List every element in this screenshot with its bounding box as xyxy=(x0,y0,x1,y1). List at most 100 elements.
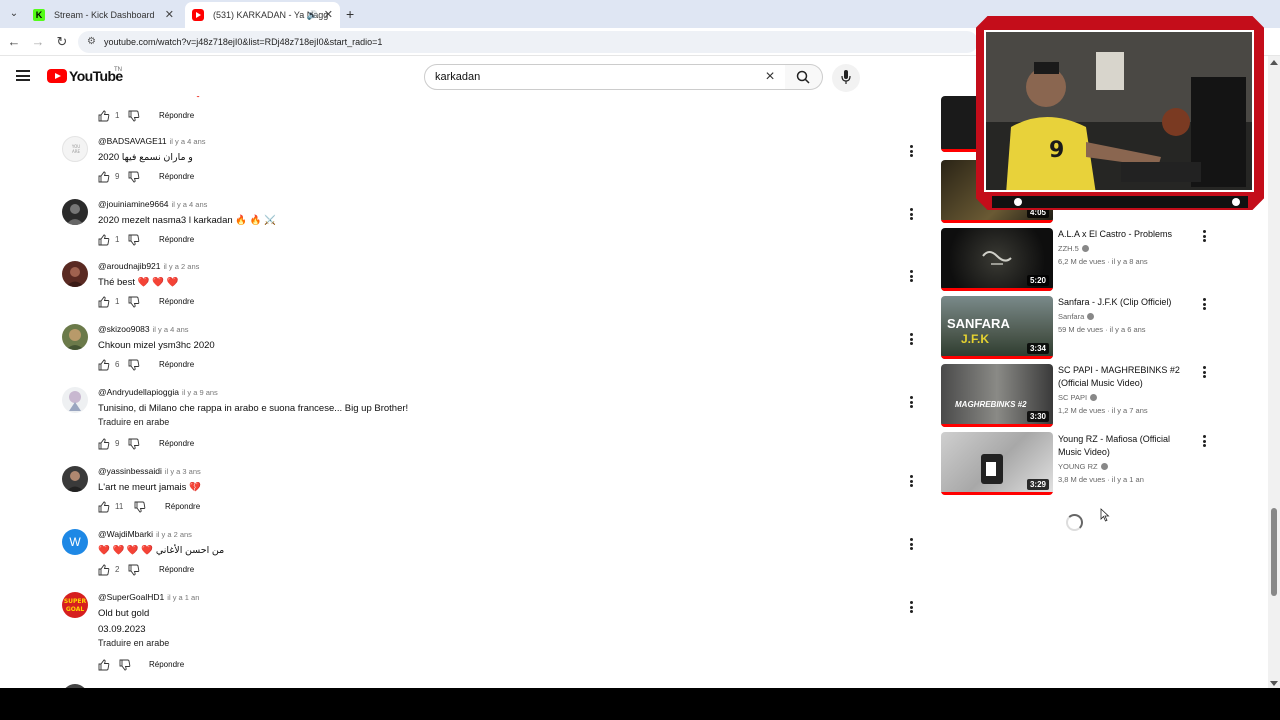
scroll-up-icon[interactable] xyxy=(1270,60,1278,65)
video-menu-icon[interactable] xyxy=(1201,230,1207,244)
video-thumbnail[interactable]: 3:29 xyxy=(941,432,1053,495)
dislike-icon[interactable] xyxy=(128,359,140,371)
clear-search-icon[interactable]: × xyxy=(763,69,777,85)
like-icon[interactable] xyxy=(98,501,110,513)
video-channel[interactable]: ZZH.5 xyxy=(1058,244,1089,253)
dislike-icon[interactable] xyxy=(128,171,140,183)
comment-menu-icon[interactable] xyxy=(908,270,914,284)
comment-author[interactable]: @Andryudellapioggia il y a 9 ans xyxy=(98,387,218,397)
dislike-icon[interactable] xyxy=(128,438,140,450)
avatar[interactable]: W xyxy=(62,529,88,555)
forward-icon[interactable]: → xyxy=(30,34,46,50)
search-value[interactable]: karkadan xyxy=(435,65,480,89)
dislike-icon[interactable] xyxy=(128,110,140,122)
comment-author[interactable]: @SuperGoalHD1 il y a 1 an xyxy=(98,592,199,602)
reply-button[interactable]: Répondre xyxy=(159,235,194,244)
audio-icon[interactable]: 🔊 xyxy=(307,2,318,28)
video-channel[interactable]: YOUNG RZ xyxy=(1058,462,1108,471)
comment-time: il y a 2 ans xyxy=(163,262,200,271)
scroll-down-icon[interactable] xyxy=(1270,681,1278,686)
dislike-icon[interactable] xyxy=(119,659,131,671)
video-title[interactable]: Sanfara - J.F.K (Clip Officiel) xyxy=(1058,296,1188,309)
comment-author[interactable]: @aroudnajib921 il y a 2 ans xyxy=(98,261,199,271)
video-menu-icon[interactable] xyxy=(1201,298,1207,312)
like-icon[interactable] xyxy=(98,564,110,576)
reply-button[interactable]: Répondre xyxy=(159,111,194,120)
video-thumbnail[interactable]: 5:20 xyxy=(941,228,1053,291)
reply-button[interactable]: Répondre xyxy=(159,565,194,574)
video-channel[interactable]: Sanfara xyxy=(1058,312,1095,321)
voice-search-button[interactable] xyxy=(832,64,860,92)
avatar[interactable]: SUPER GOAL xyxy=(62,592,88,618)
video-thumbnail[interactable]: MAGHREBINKS #2 3:30 xyxy=(941,364,1053,427)
reply-button[interactable]: Répondre xyxy=(159,297,194,306)
comment-menu-icon[interactable] xyxy=(908,396,914,410)
site-info-icon[interactable]: ⚙ xyxy=(87,36,99,48)
like-icon[interactable] xyxy=(98,296,110,308)
video-menu-icon[interactable] xyxy=(1201,366,1207,380)
like-icon[interactable] xyxy=(98,110,110,122)
comment-author[interactable]: @WajdiMbarki il y a 2 ans xyxy=(98,529,192,539)
address-bar[interactable]: ⚙ youtube.com/watch?v=j48z718ejI0&list=R… xyxy=(78,31,978,53)
close-tab-icon[interactable]: ✕ xyxy=(165,2,174,28)
comment-menu-icon[interactable] xyxy=(908,475,914,489)
comment-menu-icon[interactable] xyxy=(908,601,914,615)
scrollbar-thumb[interactable] xyxy=(1271,508,1277,596)
like-icon[interactable] xyxy=(98,438,110,450)
video-title[interactable]: SC PAPI - MAGHREBINKS #2 (Official Music… xyxy=(1058,364,1188,390)
like-count: 1 xyxy=(115,111,120,120)
avatar[interactable] xyxy=(62,387,88,413)
tab-search-icon[interactable]: ⌄ xyxy=(6,6,22,22)
comment-item: SUPER GOAL @SuperGoalHD1 il y a 1 an Old b… xyxy=(62,592,922,672)
comment-author[interactable]: @skizoo9083 il y a 4 ans xyxy=(98,324,189,334)
comment-time: il y a 4 ans xyxy=(171,200,208,209)
video-title[interactable]: Young RZ - Mafiosa (Official Music Video… xyxy=(1058,433,1188,459)
comment-time: il y a 4 ans xyxy=(152,325,189,334)
reply-button[interactable]: Répondre xyxy=(149,660,184,669)
video-channel[interactable]: SC PAPI xyxy=(1058,393,1098,402)
new-tab-button[interactable]: + xyxy=(346,6,354,22)
back-icon[interactable]: ← xyxy=(6,34,22,50)
avatar[interactable] xyxy=(62,261,88,287)
like-icon[interactable] xyxy=(98,171,110,183)
like-icon[interactable] xyxy=(98,659,110,671)
reply-button[interactable]: Répondre xyxy=(159,172,194,181)
like-count: 9 xyxy=(115,439,120,448)
avatar[interactable]: YOU ARE xyxy=(62,136,88,162)
like-icon[interactable] xyxy=(98,234,110,246)
hamburger-menu-icon[interactable] xyxy=(16,70,30,81)
avatar[interactable] xyxy=(62,466,88,492)
video-title[interactable]: A.L.A x El Castro - Problems xyxy=(1058,228,1188,241)
comment-menu-icon[interactable] xyxy=(908,145,914,159)
dislike-icon[interactable] xyxy=(128,296,140,308)
dislike-icon[interactable] xyxy=(128,234,140,246)
like-icon[interactable] xyxy=(98,359,110,371)
dislike-icon[interactable] xyxy=(134,501,146,513)
comment-menu-icon[interactable] xyxy=(908,538,914,552)
browser-tab-kick[interactable]: K Stream - Kick Dashboard ✕ xyxy=(26,2,181,28)
page-scrollbar[interactable] xyxy=(1268,56,1280,688)
close-tab-icon[interactable]: ✕ xyxy=(324,2,333,28)
comment-author[interactable]: @yassinbessaidi il y a 3 ans xyxy=(98,466,201,476)
reload-icon[interactable]: ↻ xyxy=(54,34,70,50)
dislike-icon[interactable] xyxy=(128,564,140,576)
comment-author[interactable]: @BADSAVAGE11 il y a 4 ans xyxy=(98,136,206,146)
avatar[interactable] xyxy=(62,199,88,225)
comment-menu-icon[interactable] xyxy=(908,208,914,222)
comment-menu-icon[interactable] xyxy=(908,333,914,347)
comment-author[interactable]: @jouiniamine9664 il y a 4 ans xyxy=(98,199,207,209)
search-input[interactable]: karkadan × xyxy=(424,64,786,90)
reply-button[interactable]: Répondre xyxy=(159,439,194,448)
video-menu-icon[interactable] xyxy=(1201,435,1207,449)
comment-text: ❤️ ❤️ ❤️ ❤️ من احسن الأغاني xyxy=(98,545,225,556)
browser-tab-youtube[interactable]: (531) KARKADAN - Ya Nagg 🔊 ✕ xyxy=(185,2,340,28)
search-button[interactable] xyxy=(785,64,823,90)
translate-link[interactable]: Traduire en arabe xyxy=(98,638,169,648)
translate-link[interactable]: Traduire en arabe xyxy=(98,417,169,427)
url-text[interactable]: youtube.com/watch?v=j48z718ejI0&list=RDj… xyxy=(104,31,382,53)
avatar[interactable] xyxy=(62,324,88,350)
reply-button[interactable]: Répondre xyxy=(165,502,200,511)
video-thumbnail[interactable]: SANFARA J.F.K 3:34 xyxy=(941,296,1053,359)
reply-button[interactable]: Répondre xyxy=(159,360,194,369)
comment-item: @skizoo9083 il y a 4 ans Chkoun mizel ysm… xyxy=(62,324,922,374)
